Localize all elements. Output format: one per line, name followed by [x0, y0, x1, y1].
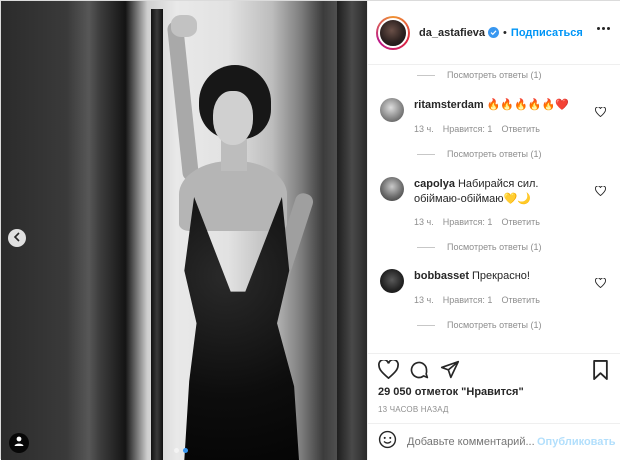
comment-input[interactable] [407, 436, 537, 448]
carousel-prev-button[interactable] [8, 229, 26, 247]
commenter-avatar[interactable] [380, 98, 404, 122]
comment-time: 13 ч. [414, 295, 434, 305]
publish-button[interactable]: Опубликовать [537, 436, 616, 448]
post-timestamp[interactable]: 13 ЧАСОВ НАЗАД [378, 405, 449, 414]
view-replies-label: Посмотреть ответы (1) [447, 70, 542, 80]
comment-button[interactable] [409, 360, 429, 385]
comment-time: 13 ч. [414, 124, 434, 134]
view-replies-button[interactable]: Посмотреть ответы (1) [417, 70, 542, 80]
tag-person-icon [13, 434, 25, 452]
author-username[interactable]: da_astafieva [419, 27, 485, 39]
comment-meta: 13 ч. Нравится: 1 Ответить [414, 124, 540, 134]
post-actions-bar [368, 353, 620, 383]
like-button[interactable] [378, 358, 399, 384]
view-replies-label: Посмотреть ответы (1) [447, 242, 542, 252]
commenter-username[interactable]: bobbasset [414, 270, 469, 282]
reply-button[interactable]: Ответить [501, 124, 539, 134]
comment-content: Прекрасно! [472, 270, 530, 282]
photo-hand [171, 15, 197, 37]
replies-divider [417, 246, 435, 248]
comment-likes-count[interactable]: Нравится: 1 [443, 295, 493, 305]
verified-icon [488, 27, 500, 38]
view-replies-button[interactable]: Посмотреть ответы (1) [417, 242, 542, 252]
bookmark-icon [593, 360, 608, 380]
photo-dress [184, 197, 299, 460]
emoji-icon [378, 430, 397, 449]
view-replies-button[interactable]: Посмотреть ответы (1) [417, 320, 542, 330]
add-comment-bar: Опубликовать [368, 423, 620, 460]
commenter-username[interactable]: capolya [414, 178, 455, 190]
post-header: da_astafieva • Подписаться [368, 1, 620, 65]
replies-divider [417, 324, 435, 326]
comment-likes-count[interactable]: Нравится: 1 [443, 124, 493, 134]
heart-icon [595, 185, 606, 197]
save-button[interactable] [592, 360, 609, 385]
reply-button[interactable]: Ответить [501, 217, 539, 227]
comment-likes-count[interactable]: Нравится: 1 [443, 217, 493, 227]
heart-icon [595, 277, 606, 289]
more-icon-dot [607, 27, 610, 30]
comment-text: ritamsterdam 🔥🔥🔥🔥🔥❤️ [414, 98, 584, 113]
view-replies-button[interactable]: Посмотреть ответы (1) [417, 149, 542, 159]
comment-like-button[interactable] [595, 183, 606, 201]
emoji-button[interactable] [378, 430, 397, 454]
commenter-username[interactable]: ritamsterdam [414, 99, 484, 111]
carousel-indicator [174, 448, 188, 453]
photo-face [213, 91, 253, 145]
comment-text: bobbasset Прекрасно! [414, 269, 584, 284]
chevron-left-icon [13, 229, 21, 247]
comment-icon [410, 361, 429, 379]
carousel-dot [174, 448, 179, 453]
comment-content: 🔥🔥🔥🔥🔥❤️ [486, 99, 569, 111]
follow-button[interactable]: Подписаться [511, 27, 583, 39]
comment-meta: 13 ч. Нравится: 1 Ответить [414, 217, 540, 227]
comment-like-button[interactable] [595, 104, 606, 122]
more-icon-dot [602, 27, 605, 30]
comment-meta: 13 ч. Нравится: 1 Ответить [414, 295, 540, 305]
reply-button[interactable]: Ответить [501, 295, 539, 305]
comments-list: Посмотреть ответы (1) ritamsterdam 🔥🔥🔥🔥🔥❤… [368, 65, 620, 353]
photo-arm [166, 20, 200, 182]
carousel-dot-active [183, 448, 188, 453]
more-icon [597, 27, 600, 30]
commenter-avatar[interactable] [380, 269, 404, 293]
commenter-avatar[interactable] [380, 177, 404, 201]
tagged-people-button[interactable] [9, 433, 29, 453]
photo-wall [337, 1, 367, 460]
post-photo[interactable] [1, 1, 367, 460]
avatar-image [378, 17, 408, 48]
more-options-button[interactable] [597, 27, 610, 30]
comment-text: capolya Набирайся сил. обіймаю-обіймаю💛🌙 [414, 177, 584, 207]
replies-divider [417, 74, 435, 76]
replies-divider [417, 153, 435, 155]
heart-icon [378, 358, 399, 380]
post-side-panel: da_astafieva • Подписаться Посмотреть от… [367, 1, 620, 460]
post-dialog: da_astafieva • Подписаться Посмотреть от… [0, 0, 620, 460]
view-replies-label: Посмотреть ответы (1) [447, 149, 542, 159]
likes-count[interactable]: 29 050 отметок "Нравится" [378, 386, 524, 398]
view-replies-label: Посмотреть ответы (1) [447, 320, 542, 330]
header-separator: • [503, 26, 507, 39]
photo-door-frame [151, 9, 163, 460]
share-button[interactable] [440, 360, 460, 384]
heart-icon [595, 106, 606, 118]
author-avatar[interactable] [376, 15, 410, 50]
comment-time: 13 ч. [414, 217, 434, 227]
share-icon [440, 360, 460, 379]
comment-like-button[interactable] [595, 275, 606, 293]
